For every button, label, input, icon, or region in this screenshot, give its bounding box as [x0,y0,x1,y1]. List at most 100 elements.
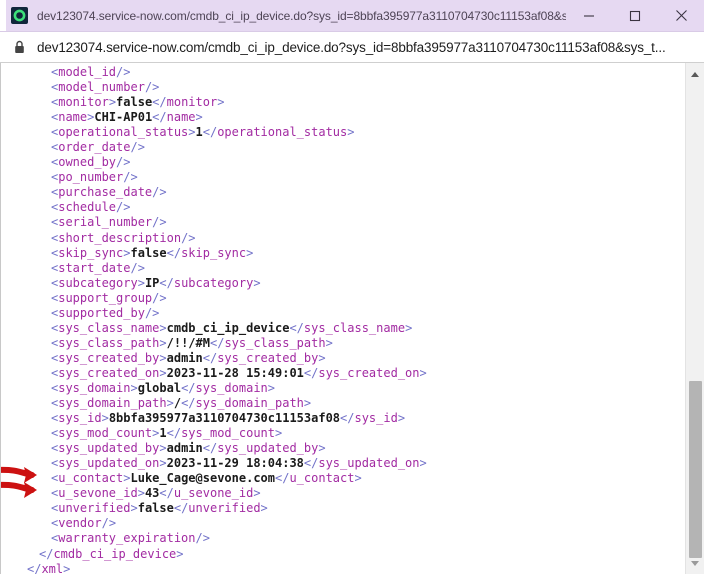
minimize-button[interactable] [566,0,612,32]
xml-line-po_number: <po_number/> [1,170,684,185]
xml-value: global [137,380,182,395]
url-text[interactable]: dev123074.service-now.com/cmdb_ci_ip_dev… [37,40,704,55]
xml-bracket: /> [116,200,131,215]
xml-tag-name: po_number [58,170,124,185]
xml-tag-name: start_date [58,260,131,275]
xml-line-start_date: <start_date/> [1,261,684,276]
xml-line-sys_created_on: <sys_created_on>2023-11-28 15:49:01</sys… [1,366,684,381]
xml-line-sys_class_path: <sys_class_path>/!!/#M</sys_class_path> [1,336,684,351]
xml-bracket: </ [303,456,319,471]
xml-tag-name: subcategory [58,275,138,290]
xml-tag-name: supported_by [58,305,145,320]
servicenow-logo-icon [11,7,28,24]
xml-bracket: > [217,95,225,110]
xml-bracket: /> [152,290,167,305]
scroll-down-arrow-icon[interactable] [686,554,704,572]
xml-bracket: > [130,501,138,516]
xml-bracket: </ [166,245,182,260]
xml-bracket: > [63,561,71,574]
xml-tag-name: sys_updated_on [318,456,420,471]
xml-tag-name: operational_status [217,125,348,140]
xml-tag-name: skip_sync [58,245,124,260]
xml-bracket: > [354,471,362,486]
xml-line-purchase_date: <purchase_date/> [1,185,684,200]
xml-line-owned_by: <owned_by/> [1,155,684,170]
scrollbar-thumb[interactable] [689,381,702,558]
xml-tag-name: sys_domain [195,380,268,395]
xml-value: IP [144,275,160,290]
browser-titlebar: dev123074.service-now.com/cmdb_ci_ip_dev… [0,0,704,32]
xml-tag-name: sys_created_on [58,365,160,380]
xml-bracket: > [137,486,145,501]
address-bar[interactable]: dev123074.service-now.com/cmdb_ci_ip_dev… [0,32,704,63]
xml-value: 1 [195,125,203,140]
xml-line-sys_updated_on: <sys_updated_on>2023-11-29 18:04:38</sys… [1,456,684,471]
xml-tag-name: sys_created_on [318,365,420,380]
xml-tag-name: unverified [188,501,261,516]
xml-tag-name: sys_updated_on [58,456,160,471]
xml-tag-name: sys_class_name [303,320,406,335]
xml-bracket: /> [152,185,167,200]
xml-document: <model_id/> <model_number/> <monitor>false… [1,63,684,574]
xml-line-sys_created_by: <sys_created_by>admin</sys_created_by> [1,351,684,366]
xml-tag-name: unverified [58,501,131,516]
xml-tag-name: sys_domain_path [58,396,167,411]
xml-bracket: /> [116,65,131,79]
xml-value: / [173,396,182,411]
xml-bracket: </ [202,125,218,140]
xml-bracket: > [325,335,333,350]
xml-bracket: </ [173,501,189,516]
xml-bracket: > [195,110,203,125]
xml-tag-name: xml [41,561,64,574]
xml-bracket: > [347,125,355,140]
xml-bracket: /> [195,531,210,546]
xml-bracket: /> [130,140,145,155]
xml-tag-name: monitor [166,95,218,110]
xml-bracket: > [159,365,167,380]
xml-tag-name: warranty_expiration [58,531,196,546]
xml-bracket: > [159,320,167,335]
xml-line-monitor: <monitor>false</monitor> [1,95,684,110]
xml-bracket: </ [152,95,167,110]
xml-tag-name: sys_created_by [217,350,319,365]
xml-bracket: > [405,320,413,335]
xml-value: 2023-11-29 18:04:38 [166,456,304,471]
xml-bracket: > [397,411,406,426]
xml-value: 43 [144,486,160,501]
xml-bracket: </ [181,396,196,411]
xml-bracket: /> [152,215,167,230]
window-controls [566,0,704,32]
xml-line-sys_mod_count: <sys_mod_count>1</sys_mod_count> [1,426,684,441]
close-button[interactable] [658,0,704,32]
xml-line-supported_by: <supported_by/> [1,306,684,321]
xml-line-sys_class_name: <sys_class_name>cmdb_ci_ip_device</sys_c… [1,321,684,336]
xml-line-skip_sync: <skip_sync>false</skip_sync> [1,246,684,261]
xml-bracket: /> [123,170,138,185]
xml-line-unverified: <unverified>false</unverified> [1,501,684,516]
xml-bracket: /> [101,516,117,531]
xml-bracket: > [318,441,326,456]
xml-bracket: > [275,426,283,441]
xml-tag-name: name [58,110,88,125]
scroll-up-arrow-icon[interactable] [686,65,704,83]
xml-line-xml: </xml> [1,562,684,574]
xml-bracket: > [246,245,254,260]
xml-tag-name: sys_class_name [58,320,160,335]
xml-bracket: > [137,275,145,290]
vertical-scrollbar[interactable] [685,63,704,574]
xml-tag-name: sys_class_path [58,335,160,350]
maximize-button[interactable] [612,0,658,32]
xml-bracket: </ [303,365,319,380]
xml-tag-name: operational_status [58,125,189,140]
xml-tag-name: sys_domain [58,380,131,395]
xml-tag-name: u_sevone_id [173,486,254,501]
xml-bracket: </ [289,320,304,335]
xml-bracket: </ [202,441,218,456]
browser-window: dev123074.service-now.com/cmdb_ci_ip_dev… [0,0,704,574]
xml-line-name: <name>CHI-AP01</name> [1,110,684,125]
xml-line-sys_domain_path: <sys_domain_path>/</sys_domain_path> [1,396,684,411]
xml-bracket: > [318,350,326,365]
xml-tag-name: sys_id [354,411,398,426]
xml-line-u_contact: <u_contact>Luke_Cage@sevone.com</u_conta… [1,471,684,486]
xml-tag-name: order_date [58,140,131,155]
